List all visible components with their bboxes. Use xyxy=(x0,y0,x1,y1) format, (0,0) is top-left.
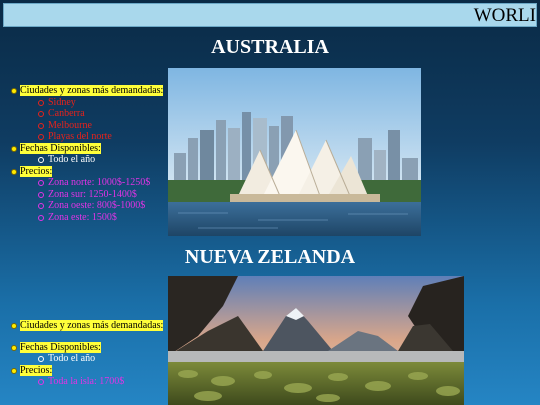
list-item: Zona oeste: 800$-1000$ xyxy=(38,200,163,212)
list-item: Zona norte: 1000$-1250$ xyxy=(38,177,163,189)
top-banner: WORLI xyxy=(3,3,537,27)
banner-title: WORLI xyxy=(473,5,536,26)
list-item: Fechas Disponibles: Todo el año xyxy=(10,142,163,166)
list-item: Canberra xyxy=(38,108,163,120)
list-item: Playas del norte xyxy=(38,131,163,143)
dates-label: Fechas Disponibles: xyxy=(20,341,101,353)
prices-label: Precios: xyxy=(20,165,53,177)
nz-info-list: Ciudades y zonas más demandadas: Fechas … xyxy=(10,320,164,388)
dates-label: Fechas Disponibles: xyxy=(20,142,101,154)
list-item: Zona este: 1500$ xyxy=(38,212,163,224)
prices-sublist: Zona norte: 1000$-1250$ Zona sur: 1250-1… xyxy=(20,177,163,223)
australia-info-list: Ciudades y zonas más demandadas: Sidney … xyxy=(10,85,164,224)
list-item: Todo el año xyxy=(38,154,163,166)
list-item: Ciudades y zonas más demandadas: xyxy=(10,320,164,332)
section-title-nueva-zelanda: NUEVA ZELANDA xyxy=(184,246,356,268)
list-item: Sidney xyxy=(38,97,163,109)
zones-label: Ciudades y zonas más demandadas: xyxy=(20,85,164,96)
dates-sublist: Todo el año xyxy=(20,154,163,166)
list-item: Melbourne xyxy=(38,120,163,132)
list-item: Toda la isla: 1700$ xyxy=(38,376,163,388)
milford-sound-image xyxy=(168,276,464,405)
list-item: Precios: Toda la isla: 1700$ xyxy=(10,364,163,388)
list-item: Zona sur: 1250-1400$ xyxy=(38,189,163,201)
zones-label: Ciudades y zonas más demandadas: xyxy=(20,320,164,331)
sydney-opera-house-image xyxy=(168,68,421,236)
prices-label: Precios: xyxy=(20,364,53,376)
list-item: Precios: Zona norte: 1000$-1250$ Zona su… xyxy=(10,165,163,224)
list-item: Fechas Disponibles: Todo el año xyxy=(10,341,163,365)
list-item: Ciudades y zonas más demandadas: Sidney … xyxy=(10,85,164,143)
section-title-australia: AUSTRALIA xyxy=(211,36,329,58)
list-item: Todo el año xyxy=(38,353,163,365)
prices-sublist: Toda la isla: 1700$ xyxy=(20,376,163,388)
zones-sublist: Sidney Canberra Melbourne Playas del nor… xyxy=(20,97,163,143)
dates-sublist: Todo el año xyxy=(20,353,163,365)
